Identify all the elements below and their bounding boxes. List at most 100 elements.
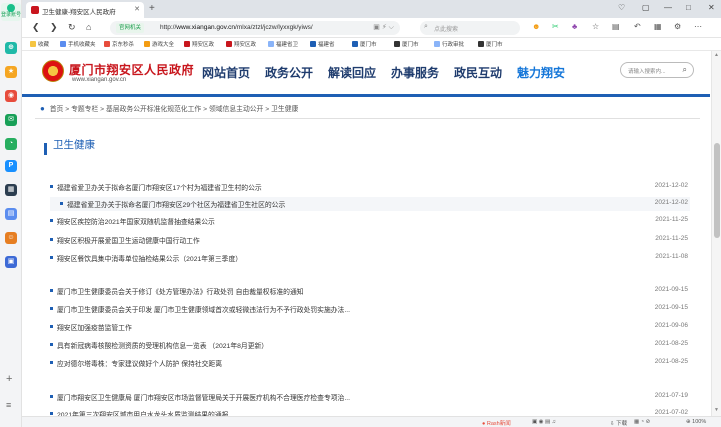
mail-icon[interactable]: ✉ bbox=[5, 114, 17, 126]
settings-icon[interactable]: ⚙ bbox=[674, 22, 681, 31]
forward-icon[interactable]: ❯ bbox=[50, 22, 58, 33]
app-icon[interactable]: ▣ bbox=[5, 256, 17, 268]
bookmark-item[interactable]: 京东秒杀 bbox=[104, 40, 134, 48]
news-item[interactable]: 具有新冠病毒核酸检测资质的受理机构信息一览表 （2021年8月更新） 2021-0… bbox=[50, 338, 690, 352]
news-item[interactable]: 厦门市翔安区卫生健康局 厦门市翔安区市场监督管理局关于开展医疗机构不合理医疗检查… bbox=[50, 390, 690, 404]
news-item[interactable]: 翔安区加强疫苗监管工作 2021-09-06 bbox=[50, 320, 690, 334]
menu-icon[interactable]: ≡ bbox=[6, 400, 11, 410]
news-title[interactable]: 福建省爱卫办关于拟命名厦门市翔安区17个村为福建省卫生村的公示 bbox=[57, 182, 262, 192]
news-item[interactable]: 厦门市卫生健康委员会关于印发 厦门市卫生健康领域首次或轻微违法行为不予行政处罚实… bbox=[50, 302, 690, 316]
news-item[interactable]: 应对德尔塔毒株：专家建议做好个人防护 保持社交距离 2021-08-25 bbox=[50, 356, 690, 370]
window-list-icon[interactable]: ▢ bbox=[642, 3, 650, 12]
p-app-icon[interactable]: P bbox=[5, 160, 17, 172]
bookmark-favorites[interactable]: 收藏 bbox=[30, 40, 49, 48]
refresh-icon[interactable]: ↻ bbox=[68, 22, 76, 33]
status-tools[interactable]: ▦ ◔ ⊘ bbox=[634, 419, 650, 425]
breadcrumb-item[interactable]: 基层政务公开标准化规范化工作 bbox=[106, 106, 201, 113]
news-status[interactable]: ● Rash新闻 bbox=[482, 419, 511, 427]
news-title[interactable]: 翔安区疾控防治2021年国家双随机监督抽查结果公示 bbox=[57, 216, 215, 226]
bookmark-item[interactable]: 厦门市 bbox=[478, 40, 503, 48]
weibo-icon[interactable]: ◉ bbox=[5, 90, 17, 102]
game-icon[interactable]: ▦ bbox=[5, 184, 17, 196]
news-item[interactable]: 翔安区积极开展爱国卫生运动健康中国行动工作 2021-11-25 bbox=[50, 233, 690, 247]
download-status[interactable]: ⇩ 下载 bbox=[610, 419, 627, 427]
scroll-up-icon[interactable]: ▲ bbox=[714, 52, 719, 58]
breadcrumb-item[interactable]: 卫生健康 bbox=[271, 106, 298, 113]
news-item[interactable]: 福建省爱卫办关于拟命名厦门市翔安区17个村为福建省卫生村的公示 2021-12-0… bbox=[50, 180, 690, 194]
news-title[interactable]: 具有新冠病毒核酸检测资质的受理机构信息一览表 （2021年8月更新） bbox=[57, 340, 268, 350]
bookmark-item[interactable]: 福建省卫 bbox=[268, 40, 298, 48]
extension-icon[interactable]: ☻ bbox=[532, 22, 540, 31]
nav-charm-xiangan[interactable]: 魅力翔安 bbox=[517, 64, 565, 81]
undo-icon[interactable]: ↶ bbox=[634, 22, 641, 31]
browser-search-input[interactable]: ⌕ 点此搜索 bbox=[420, 21, 520, 35]
news-item[interactable]: 翔安区疾控防治2021年国家双随机监督抽查结果公示 2021-11-25 bbox=[50, 214, 690, 228]
user-icon bbox=[7, 4, 15, 12]
bullet-icon bbox=[50, 395, 53, 398]
nav-interpretation[interactable]: 解读回应 bbox=[328, 64, 376, 81]
bookmark-item[interactable]: 行政审批 bbox=[434, 40, 464, 48]
skin-icon[interactable]: ♡ bbox=[618, 3, 625, 12]
search-icon[interactable]: ⌕ bbox=[683, 65, 687, 75]
bookmark-item[interactable]: 游戏大全 bbox=[144, 40, 174, 48]
url-bar[interactable]: 官网机关 http://www.xiangan.gov.cn/mlxa/ztzl… bbox=[110, 21, 400, 35]
browser-tab[interactable]: 卫生健康-翔安区人民政府 ✕ bbox=[26, 2, 144, 18]
bullet-icon bbox=[50, 325, 53, 328]
scrollbar-thumb[interactable] bbox=[714, 143, 720, 238]
news-title[interactable]: 厦门市卫生健康委员会关于修订《处方管理办法》行政处罚 自由裁量权标准的通知 bbox=[57, 286, 304, 296]
news-title[interactable]: 翔安区积极开展爱国卫生运动健康中国行动工作 bbox=[57, 235, 200, 245]
bookmark-item[interactable]: 厦门市 bbox=[394, 40, 419, 48]
breadcrumb-home[interactable]: 首页 bbox=[50, 106, 64, 113]
news-title[interactable]: 翔安区加强疫苗监管工作 bbox=[57, 322, 132, 332]
history-icon[interactable]: ▤ bbox=[612, 22, 620, 31]
star-icon[interactable]: ★ bbox=[5, 66, 17, 78]
maximize-icon[interactable]: □ bbox=[686, 3, 691, 12]
zoom-level[interactable]: ⊕ 100% bbox=[686, 419, 706, 425]
bookmark-item[interactable]: 翔安区政 bbox=[184, 40, 214, 48]
nav-services[interactable]: 办事服务 bbox=[391, 64, 439, 81]
news-title[interactable]: 厦门市卫生健康委员会关于印发 厦门市卫生健康领域首次或轻微违法行为不予行政处罚实… bbox=[57, 304, 350, 314]
gamepad-icon[interactable]: ♣ bbox=[572, 22, 577, 31]
close-icon[interactable]: ✕ bbox=[134, 5, 140, 13]
breadcrumb-divider bbox=[35, 118, 700, 119]
breadcrumb-item[interactable]: 领域信息主动公开 bbox=[209, 106, 263, 113]
chat-icon[interactable]: ◔ bbox=[5, 138, 17, 150]
vertical-scrollbar[interactable]: ▲ ▼ bbox=[711, 51, 721, 416]
nav-home[interactable]: 网站首页 bbox=[202, 64, 250, 81]
site-logo-text[interactable]: 厦门市翔安区人民政府 bbox=[69, 61, 194, 78]
tab-title: 卫生健康-翔安区人民政府 bbox=[42, 9, 116, 16]
status-icons[interactable]: ▣ ◉ ▤ ♫ bbox=[532, 419, 556, 425]
home-icon[interactable]: ⌂ bbox=[86, 22, 91, 32]
back-icon[interactable]: ❮ bbox=[32, 22, 40, 33]
scroll-down-icon[interactable]: ▼ bbox=[714, 407, 719, 413]
breadcrumb-item[interactable]: 专题专栏 bbox=[71, 106, 98, 113]
favorites-icon[interactable]: ☆ bbox=[592, 22, 599, 31]
news-title[interactable]: 福建省爱卫办关于拟命名厦门市翔安区29个社区为福建省卫生社区的公示 bbox=[67, 199, 285, 209]
url-actions[interactable]: ▣ ⚡ ⌵ bbox=[373, 23, 394, 32]
news-title[interactable]: 厦门市翔安区卫生健康局 厦门市翔安区市场监督管理局关于开展医疗机构不合理医疗检查… bbox=[57, 392, 350, 402]
site-search-placeholder: 请输入搜索内... bbox=[628, 69, 666, 75]
login-account-button[interactable]: 登录账号 bbox=[1, 3, 21, 21]
news-item[interactable]: 厦门市卫生健康委员会关于修订《处方管理办法》行政处罚 自由裁量权标准的通知 202… bbox=[50, 284, 690, 298]
new-tab-icon[interactable]: + bbox=[149, 3, 155, 14]
news-title[interactable]: 应对德尔塔毒株：专家建议做好个人防护 保持社交距离 bbox=[57, 358, 222, 368]
site-search-input[interactable]: 请输入搜索内... ⌕ bbox=[620, 62, 694, 78]
bookmark-item[interactable]: 厦门市 bbox=[352, 40, 377, 48]
bookmark-item[interactable]: 翔安区政 bbox=[226, 40, 256, 48]
bookmark-item[interactable]: 福建省 bbox=[310, 40, 335, 48]
apps-icon[interactable]: ▦ bbox=[654, 22, 662, 31]
doc-icon[interactable]: ▤ bbox=[5, 208, 17, 220]
globe-icon[interactable]: ⊕ bbox=[5, 42, 17, 54]
minimize-icon[interactable]: — bbox=[664, 3, 672, 12]
add-icon[interactable]: + bbox=[6, 373, 12, 385]
bookmark-item[interactable]: 手机收藏夹 bbox=[60, 40, 96, 48]
window-close-icon[interactable]: ✕ bbox=[708, 3, 715, 12]
news-item[interactable]: 福建省爱卫办关于拟命名厦门市翔安区29个社区为福建省卫生社区的公示 2021-12… bbox=[50, 197, 690, 211]
nav-gov-affairs[interactable]: 政务公开 bbox=[265, 64, 313, 81]
mascot-icon[interactable]: ☺ bbox=[5, 232, 17, 244]
more-icon[interactable]: ⋯ bbox=[694, 22, 702, 31]
news-title[interactable]: 翔安区餐饮具集中消毒单位抽检结果公示（2021年第三季度） bbox=[57, 253, 242, 263]
nav-interaction[interactable]: 政民互动 bbox=[454, 64, 502, 81]
news-item[interactable]: 翔安区餐饮具集中消毒单位抽检结果公示（2021年第三季度） 2021-11-08 bbox=[50, 251, 690, 265]
screenshot-icon[interactable]: ✂ bbox=[552, 22, 559, 31]
